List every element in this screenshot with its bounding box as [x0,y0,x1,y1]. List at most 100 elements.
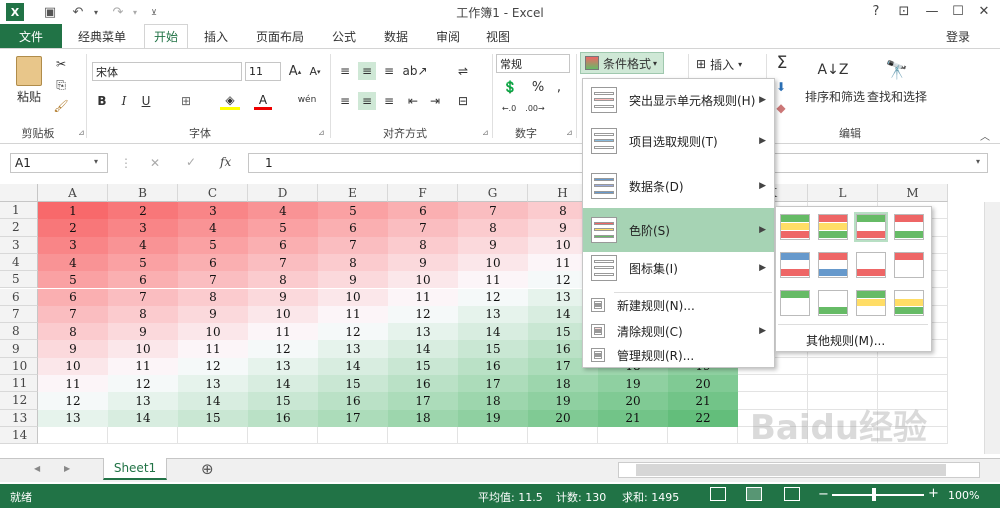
tab-page-layout[interactable]: 页面布局 [248,24,312,48]
new-sheet-button[interactable]: ⊕ [201,460,214,478]
data-cell[interactable]: 4 [108,236,178,254]
row-header[interactable]: 14 [0,426,38,445]
data-cell[interactable]: 15 [178,409,248,427]
row-header[interactable]: 4 [0,253,38,272]
row-header[interactable]: 7 [0,305,38,324]
row-header[interactable]: 12 [0,392,38,410]
data-cell[interactable]: 12 [38,392,108,410]
orientation-icon[interactable]: ab↗ [402,62,427,80]
data-cell[interactable]: 14 [178,392,248,410]
row-header[interactable]: 9 [0,340,38,358]
data-cell[interactable]: 16 [388,375,458,393]
menu-item-color-scales[interactable]: 色阶(S) ▶ [583,208,774,252]
data-cell[interactable]: 6 [248,236,318,254]
align-top-icon[interactable]: ≡ [336,62,354,80]
data-cell[interactable]: 15 [248,392,318,410]
data-cell[interactable]: 10 [458,253,528,272]
color-scale-option[interactable] [856,252,886,278]
empty-cell[interactable] [38,426,108,445]
data-cell[interactable]: 5 [318,202,388,220]
data-cell[interactable]: 7 [458,202,528,220]
insert-function-button[interactable]: fx [220,155,231,169]
data-cell[interactable]: 11 [458,271,528,289]
data-cell[interactable]: 4 [178,219,248,237]
data-cell[interactable]: 16 [248,409,318,427]
merge-center-icon[interactable]: ⊟ [454,92,472,110]
dialog-launcher-icon[interactable]: ⊿ [78,128,85,137]
data-cell[interactable]: 22 [668,409,738,427]
column-header[interactable]: G [458,184,528,202]
data-cell[interactable]: 12 [318,323,388,341]
close-button[interactable]: ✕ [970,0,998,22]
scroll-left-icon[interactable]: ◀ [34,464,40,473]
data-cell[interactable]: 11 [388,288,458,306]
row-header[interactable]: 5 [0,271,38,289]
data-cell[interactable]: 11 [318,305,388,324]
data-cell[interactable]: 3 [178,202,248,220]
align-left-icon[interactable]: ≡ [336,92,354,110]
page-break-view-icon[interactable] [784,487,800,501]
data-cell[interactable]: 7 [178,271,248,289]
data-cell[interactable]: 13 [108,392,178,410]
data-cell[interactable]: 10 [388,271,458,289]
color-scale-option[interactable] [894,290,924,316]
data-cell[interactable]: 17 [458,375,528,393]
data-cell[interactable]: 10 [248,305,318,324]
data-cell[interactable]: 14 [318,357,388,375]
data-cell[interactable]: 16 [318,392,388,410]
data-cell[interactable]: 12 [178,357,248,375]
data-cell[interactable]: 2 [38,219,108,237]
empty-cell[interactable] [878,375,948,393]
menu-item-new-rule[interactable]: 新建规则(N)... [583,294,774,316]
data-cell[interactable]: 12 [388,305,458,324]
tab-insert[interactable]: 插入 [196,24,236,48]
enter-icon[interactable]: ✓ [186,155,196,169]
data-cell[interactable]: 4 [38,253,108,272]
data-cell[interactable]: 11 [38,375,108,393]
data-cell[interactable]: 8 [38,323,108,341]
color-scale-option[interactable] [894,252,924,278]
data-cell[interactable]: 17 [388,392,458,410]
autosum-button[interactable]: Σ [772,52,792,74]
data-cell[interactable]: 13 [38,409,108,427]
empty-cell[interactable] [318,426,388,445]
zoom-level[interactable]: 100% [948,489,979,502]
zoom-slider-thumb[interactable] [872,488,876,501]
empty-cell[interactable] [808,375,878,393]
color-scale-option[interactable] [854,212,888,242]
data-cell[interactable]: 10 [108,340,178,358]
data-cell[interactable]: 13 [318,340,388,358]
tab-classic-menu[interactable]: 经典菜单 [70,24,134,48]
find-select-button[interactable]: 查找和选择 [866,88,928,104]
data-cell[interactable]: 8 [108,305,178,324]
data-cell[interactable]: 10 [178,323,248,341]
row-header[interactable]: 11 [0,375,38,393]
menu-item-data-bars[interactable]: 数据条(D) ▶ [583,168,774,204]
decrease-font-icon[interactable]: A ▾ [306,62,324,81]
data-cell[interactable]: 20 [528,409,598,427]
column-header[interactable]: A [38,184,108,202]
copy-icon[interactable]: ⎘ [52,77,70,93]
zoom-out-button[interactable]: − [818,487,829,502]
cancel-icon[interactable]: ✕ [150,156,160,170]
menu-item-manage-rules[interactable]: 管理规则(R)... [583,344,774,366]
data-cell[interactable]: 17 [318,409,388,427]
number-format-select[interactable]: 常规 [496,54,570,73]
percent-button[interactable]: % [530,78,546,96]
data-cell[interactable]: 15 [458,340,528,358]
tab-formulas[interactable]: 公式 [324,24,364,48]
data-cell[interactable]: 9 [108,323,178,341]
column-header[interactable]: D [248,184,318,202]
scroll-right-icon[interactable]: ▶ [64,464,70,473]
column-header[interactable]: M [878,184,948,202]
accounting-format-icon[interactable]: 💲 [498,78,522,96]
data-cell[interactable]: 11 [108,357,178,375]
tab-home[interactable]: 开始 [144,24,188,48]
maximize-button[interactable]: ☐ [944,0,972,22]
data-cell[interactable]: 3 [38,236,108,254]
zoom-in-button[interactable]: + [928,486,939,501]
row-header[interactable]: 13 [0,409,38,427]
row-header[interactable]: 1 [0,202,38,220]
empty-cell[interactable] [248,426,318,445]
zoom-slider[interactable] [832,494,924,496]
